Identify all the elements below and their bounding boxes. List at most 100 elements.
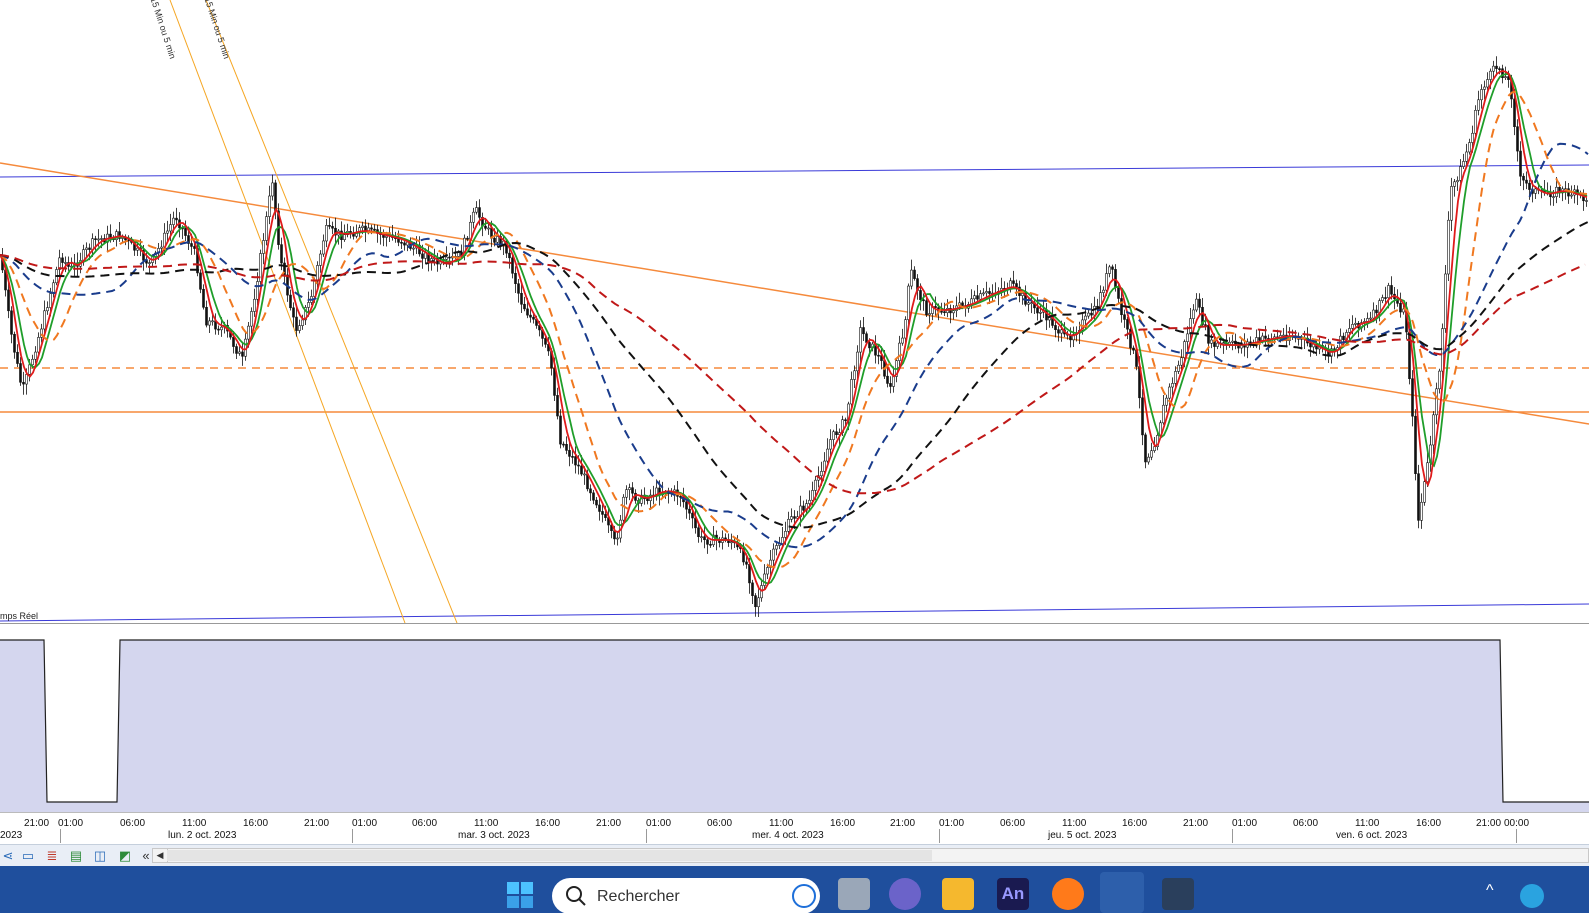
candle-body [1222, 342, 1225, 345]
price-chart[interactable]: 15 Min ou 5 min 15 Min ou 5 min mps Réel [0, 0, 1589, 623]
chart-up-icon[interactable]: ◩ [117, 848, 133, 864]
candle-body [556, 395, 559, 417]
candle-body [961, 302, 964, 306]
candle-body [757, 597, 760, 608]
candle-body [1375, 309, 1378, 314]
candle-body [19, 363, 22, 383]
candle-body [241, 351, 244, 357]
candle-body [1348, 328, 1351, 333]
chat-icon[interactable]: ▭ [20, 848, 36, 864]
candle-body [1519, 150, 1522, 177]
candle-body [898, 342, 901, 361]
candle-body [34, 351, 37, 360]
list-icon[interactable]: ≣ [44, 848, 60, 864]
candle-body [772, 548, 775, 561]
candle-body [319, 253, 322, 266]
candle-body [508, 252, 511, 259]
candle-body [514, 272, 517, 285]
session-fill [0, 640, 1589, 812]
candle-body [886, 375, 889, 384]
candle-body [205, 306, 208, 326]
teams-icon[interactable] [889, 878, 921, 910]
candle-body [1465, 151, 1468, 162]
candle-body [811, 490, 814, 501]
candle-body [1366, 318, 1369, 322]
candle-body [520, 292, 523, 305]
candle-body [1372, 309, 1375, 319]
share-icon[interactable]: ⋖ [0, 848, 16, 864]
candle-body [928, 313, 931, 316]
candle-body [487, 227, 490, 230]
candle-body [859, 327, 862, 353]
horizontal-scrollbar[interactable]: ◀ [152, 848, 1589, 863]
candle-body [43, 310, 46, 330]
candle-body [247, 325, 250, 340]
candle-body [475, 207, 478, 213]
candle-body [1447, 219, 1450, 275]
time-tick: 01:00 [646, 818, 672, 829]
bars-icon[interactable]: ▤ [68, 848, 84, 864]
candle-body [559, 415, 562, 445]
animate-icon[interactable]: An [997, 878, 1029, 910]
candle-body [10, 310, 13, 335]
candle-body [592, 492, 595, 501]
candle-body [1108, 266, 1111, 274]
chart-canvas[interactable] [0, 0, 1589, 623]
candle-body [565, 444, 568, 451]
time-axis[interactable]: 21:00 01:00 06:00 11:00 16:00 21:00 01:00 06:00… [0, 812, 1589, 845]
search-box[interactable]: Rechercher [552, 878, 820, 914]
candle-body [193, 246, 196, 249]
trading-app-icon[interactable] [1100, 872, 1144, 913]
candle-body [979, 293, 982, 300]
security-app-icon[interactable] [1162, 878, 1194, 910]
candle-body [790, 516, 793, 520]
window-chart-icon[interactable]: ◫ [92, 848, 108, 864]
candle-body [64, 262, 67, 264]
candle-body [1195, 298, 1198, 311]
candle-body [1105, 273, 1108, 291]
windows-start-icon[interactable] [505, 880, 535, 910]
candle-body [802, 505, 805, 511]
candle-body [691, 512, 694, 519]
candle-body [7, 289, 10, 312]
candle-body [1207, 324, 1210, 344]
candle-body [361, 225, 364, 229]
candle-body [1036, 307, 1039, 314]
indicator-panel[interactable] [0, 624, 1589, 812]
telegram-icon[interactable] [1520, 884, 1544, 908]
time-tick: 21:00 [304, 818, 330, 829]
candle-body [553, 367, 556, 396]
candle-body [700, 536, 703, 539]
candle-body [1471, 132, 1474, 143]
task-view-icon[interactable] [838, 878, 870, 910]
candle-body [238, 351, 241, 354]
candle-body [574, 456, 577, 466]
firefox-icon[interactable] [1052, 878, 1084, 910]
file-explorer-icon[interactable] [942, 878, 974, 910]
chevron-up-icon[interactable]: ^ [1486, 882, 1494, 900]
candle-body [160, 246, 163, 249]
scroll-left-button[interactable]: ◀ [153, 849, 168, 862]
candle-body [1468, 142, 1471, 153]
candle-body [1495, 65, 1498, 69]
candle-body [850, 379, 853, 405]
candle-body [754, 595, 757, 608]
bing-icon[interactable] [792, 884, 816, 908]
time-tick: 06:00 [1000, 818, 1026, 829]
scroll-thumb[interactable] [167, 850, 932, 861]
candle-body [1483, 86, 1486, 90]
candle-body [1183, 341, 1186, 358]
taskbar: Rechercher An ^ [0, 866, 1589, 914]
candle-body [583, 473, 586, 476]
candle-body [13, 333, 16, 353]
candle-body [697, 527, 700, 538]
search-placeholder: Rechercher [597, 888, 680, 905]
candle-body [1516, 126, 1519, 152]
candle-body [1282, 334, 1285, 337]
candle-body [1186, 333, 1189, 342]
candle-body [1015, 283, 1018, 288]
darkred-dashed-ma [0, 254, 1586, 495]
candle-body [1432, 414, 1435, 446]
candle-body [1147, 456, 1150, 463]
candle-body [97, 238, 100, 241]
